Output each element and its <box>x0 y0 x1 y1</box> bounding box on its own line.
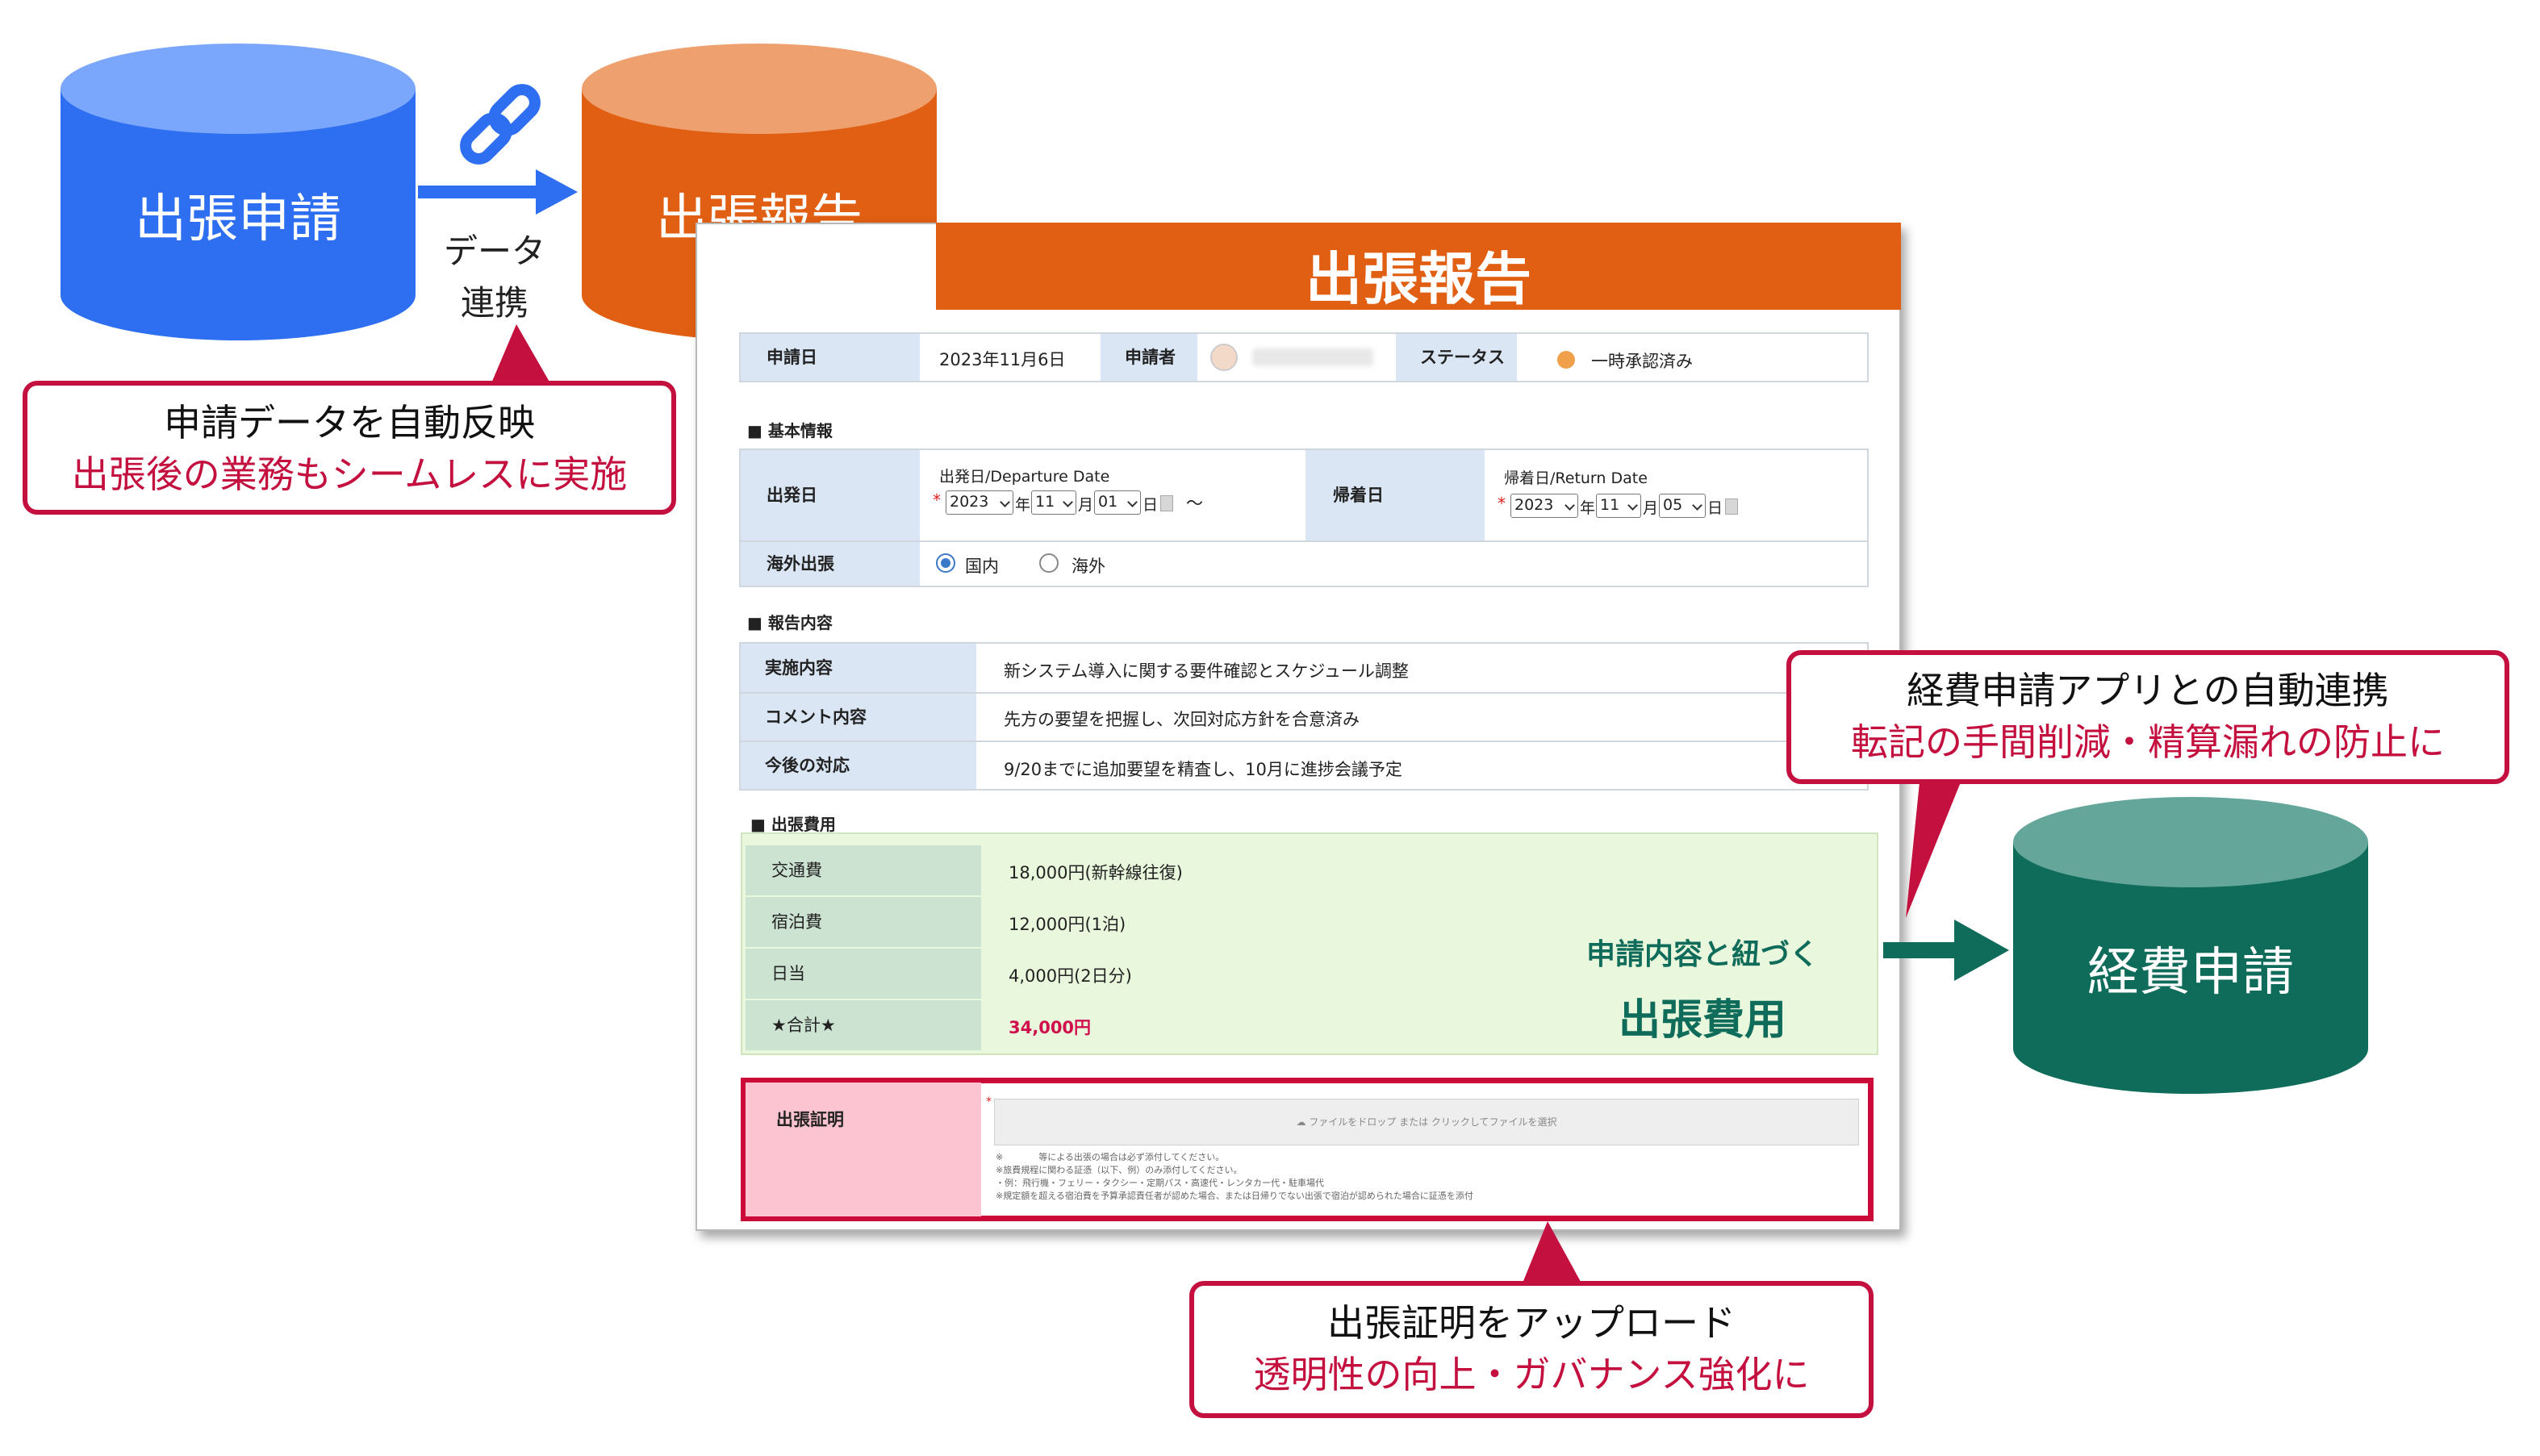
report-row-value: 新システム導入に関する要件確認とスケジュール調整 <box>1004 661 1409 681</box>
data-link-arrow <box>418 169 578 215</box>
expense-database-label: 経費申請 <box>2087 943 2294 1003</box>
report-row-label: コメント内容 <box>741 694 976 741</box>
required-mark: * <box>1498 494 1506 513</box>
proof-note: ※ 等による出張の場合は必ず添付してください。 <box>996 1152 1225 1162</box>
departure-year-unit: 年 <box>1015 496 1031 514</box>
status-value: 一時承認済み <box>1591 352 1693 371</box>
callout-expense-link-title: 経費申請アプリとの自動連携 <box>1907 669 2389 712</box>
cloud-upload-icon: ☁ <box>1296 1116 1310 1128</box>
callout-top-pointer <box>489 324 554 389</box>
departure-year-select[interactable]: 2023 <box>946 490 1013 515</box>
expense-database: 経費申請 <box>2011 795 2371 1095</box>
return-month-unit: 月 <box>1643 499 1659 517</box>
report-row-label: 今後の対応 <box>741 742 976 789</box>
callout-proof-upload-title: 出張証明をアップロード <box>1327 1301 1736 1345</box>
overseas-radio[interactable] <box>1039 553 1059 573</box>
data-link-label-line1: データ <box>443 232 545 271</box>
cost-total-value: 34,000円 <box>1009 1018 1092 1037</box>
proof-label: 出張証明 <box>776 1110 844 1129</box>
status-dot-icon <box>1557 351 1575 369</box>
data-link-label-line2: 連携 <box>460 283 528 323</box>
required-mark: * <box>933 490 941 510</box>
departure-month-select[interactable]: 11 <box>1031 490 1076 515</box>
proof-note: ※旅費規程に関わる証憑（以下、例）のみ添付してください。 <box>996 1165 1243 1175</box>
applicant-name-blurred <box>1252 348 1373 366</box>
return-day-unit: 日 <box>1707 499 1723 517</box>
return-label: 帰着日 <box>1306 450 1485 540</box>
callout-proof-upload: 出張証明をアップロード 透明性の向上・ガバナンス強化に <box>1189 1281 1874 1418</box>
application-database-label: 出張申請 <box>135 190 341 249</box>
cost-row-value: 12,000円(1泊) <box>1009 915 1126 934</box>
cost-row-label: ★合計★ <box>746 1000 981 1050</box>
report-section-title: ■ 報告内容 <box>747 613 833 632</box>
callout-auto-reflect-subtitle: 出張後の業務もシームレスに実施 <box>71 453 628 496</box>
departure-day-unit: 日 <box>1143 496 1159 514</box>
green-note-line1: 申請内容と紐づく <box>1585 938 1819 971</box>
return-year-select[interactable]: 2023 <box>1510 494 1578 518</box>
report-row-value: 9/20までに追加要望を精査し、10月に進捗会議予定 <box>1004 760 1402 779</box>
file-drop-zone[interactable]: ☁ ファイルをドロップ または クリックしてファイルを選択 <box>994 1099 1859 1145</box>
overseas-radio-label: 海外 <box>1072 557 1105 576</box>
cost-row-value: 18,000円(新幹線往復) <box>1009 863 1183 882</box>
cost-row-label: 日当 <box>746 949 981 999</box>
application-date-value: 2023年11月6日 <box>939 350 1066 369</box>
basic-info-section-title: ■ 基本情報 <box>747 421 833 440</box>
departure-label: 出発日 <box>741 450 920 540</box>
return-year-unit: 年 <box>1580 499 1596 517</box>
departure-month-unit: 月 <box>1078 496 1094 514</box>
cost-row-value: 4,000円(2日分) <box>1009 966 1132 986</box>
return-sublabel: 帰着日/Return Date <box>1504 469 1648 487</box>
application-database: 出張申請 <box>58 42 418 342</box>
domestic-radio[interactable] <box>936 553 955 573</box>
callout-auto-reflect-title: 申請データを自動反映 <box>164 401 535 444</box>
callout-proof-upload-subtitle: 透明性の向上・ガバナンス強化に <box>1253 1353 1810 1396</box>
callout-expense-link: 経費申請アプリとの自動連携 転記の手間削減・精算漏れの防止に <box>1786 650 2509 784</box>
report-form-header: 出張報告 <box>936 223 1901 312</box>
proof-label-cell <box>746 1083 981 1216</box>
green-note-line2: 出張費用 <box>1618 996 1786 1045</box>
expense-link-arrow <box>1883 920 2009 981</box>
proof-note: ※規定額を超える宿泊費を予算承認責任者が認めた場合、または日帰りでない出張で宿泊… <box>996 1191 1473 1201</box>
applicant-avatar[interactable] <box>1210 344 1238 371</box>
callout-bottom-pointer <box>1520 1221 1585 1289</box>
calendar-icon[interactable] <box>1725 499 1738 515</box>
application-date-label: 申請日 <box>741 334 920 381</box>
cost-section-title: ■ 出張費用 <box>750 815 836 834</box>
link-chain-icon <box>460 84 541 165</box>
departure-day-select[interactable]: 01 <box>1094 490 1141 515</box>
report-row-value: 先方の要望を把握し、次回対応方針を合意済み <box>1004 710 1360 729</box>
calendar-icon[interactable] <box>1160 495 1173 511</box>
departure-sublabel: 出発日/Departure Date <box>939 468 1110 486</box>
report-row-label: 実施内容 <box>741 644 976 692</box>
return-month-select[interactable]: 11 <box>1596 494 1641 518</box>
file-drop-text: ファイルをドロップ または クリックしてファイルを選択 <box>1309 1116 1557 1128</box>
return-day-select[interactable]: 05 <box>1659 494 1706 518</box>
data-link-label: データ 連携 <box>442 226 547 329</box>
callout-expense-link-subtitle: 転記の手間削減・精算漏れの防止に <box>1851 720 2445 764</box>
applicant-label: 申請者 <box>1101 334 1197 381</box>
overseas-label: 海外出張 <box>741 542 920 586</box>
cost-row-label: 交通費 <box>746 845 981 895</box>
domestic-radio-label: 国内 <box>965 557 999 576</box>
proof-note: ・例：飛行機・フェリー・タクシー・定期パス・高速代・レンタカー代・駐車場代 <box>996 1178 1324 1188</box>
required-mark: * <box>986 1095 992 1108</box>
callout-auto-reflect: 申請データを自動反映 出張後の業務もシームレスに実施 <box>23 381 676 515</box>
report-form-title: 出張報告 <box>1306 246 1531 312</box>
cost-row-label: 宿泊費 <box>746 897 981 947</box>
status-label: ステータス <box>1396 334 1517 381</box>
date-range-tilde: 〜 <box>1186 494 1203 513</box>
